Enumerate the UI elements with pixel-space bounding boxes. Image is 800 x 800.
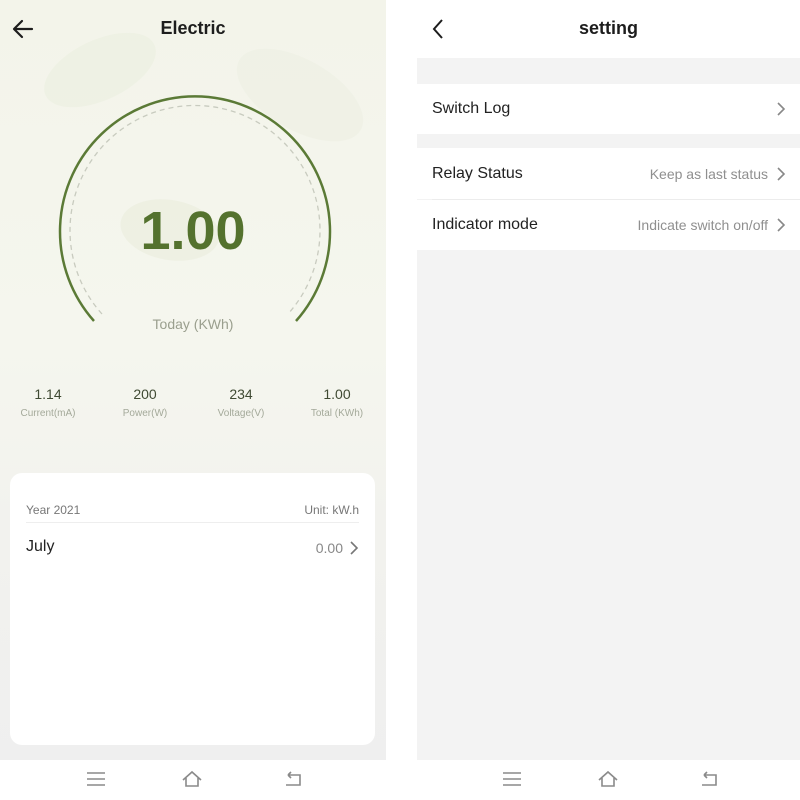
gauge-label: Today (KWh) [152,316,234,332]
row-value: Keep as last status [649,166,768,182]
stat-value: 1.00 [323,386,351,402]
row-value: Indicate switch on/off [637,217,768,233]
stats-row: 1.14 Current(mA) 200 Power(W) 234 Voltag… [0,386,386,426]
row-relay-status[interactable]: Relay Status Keep as last status [417,148,800,199]
left-system-navbar [0,760,386,800]
electric-screen: Electric 1.00 Today (KWh) 1.14 Current(m… [0,0,386,760]
stat-value: 1.14 [34,386,62,402]
stat-value: 234 [229,386,253,402]
page-title: setting [578,18,638,38]
electric-header: Electric [0,0,386,58]
month-value: 0.00 [315,540,343,556]
stat-label: Total (KWh) [310,408,364,419]
menu-icon[interactable] [501,769,523,789]
stat-total: 1.00 Total (KWh) [289,386,385,419]
stat-label: Current(mA) [20,408,76,419]
month-name: July [26,538,55,555]
back-icon[interactable] [282,769,304,789]
row-switch-log[interactable]: Switch Log [417,84,800,134]
row-label: Indicator mode [432,216,538,233]
chevron-right-icon [777,167,786,181]
home-icon[interactable] [597,769,619,789]
stat-value: 200 [133,386,157,402]
row-indicator-mode[interactable]: Indicator mode Indicate switch on/off [417,200,800,250]
history-card: Year 2021 Unit: kW.h July 0.00 [10,473,375,745]
right-system-navbar [417,760,800,800]
history-card-header: Year 2021 Unit: kW.h [26,503,359,523]
home-icon[interactable] [181,769,203,789]
screenshot-root: Electric 1.00 Today (KWh) 1.14 Current(m… [0,0,800,800]
menu-icon[interactable] [85,769,107,789]
chevron-right-icon [777,102,786,116]
stat-label: Power(W) [122,408,168,419]
year-label: Year 2021 [26,503,81,517]
stat-power: 200 Power(W) [97,386,193,419]
chevron-right-icon [777,218,786,232]
month-row-july[interactable]: July 0.00 [26,535,359,561]
stat-current: 1.14 Current(mA) [0,386,96,419]
back-icon[interactable] [698,769,720,789]
unit-label: Unit: kW.h [304,503,359,517]
row-label: Relay Status [432,165,523,182]
stat-label: Voltage(V) [217,408,265,419]
setting-screen: setting Switch Log Relay Status Keep as … [417,0,800,760]
chevron-right-icon [350,541,359,555]
page-title: Electric [160,18,226,38]
gauge-value: 1.00 [140,201,246,261]
row-label: Switch Log [432,100,511,117]
setting-header: setting [417,0,800,58]
stat-voltage: 234 Voltage(V) [193,386,289,419]
